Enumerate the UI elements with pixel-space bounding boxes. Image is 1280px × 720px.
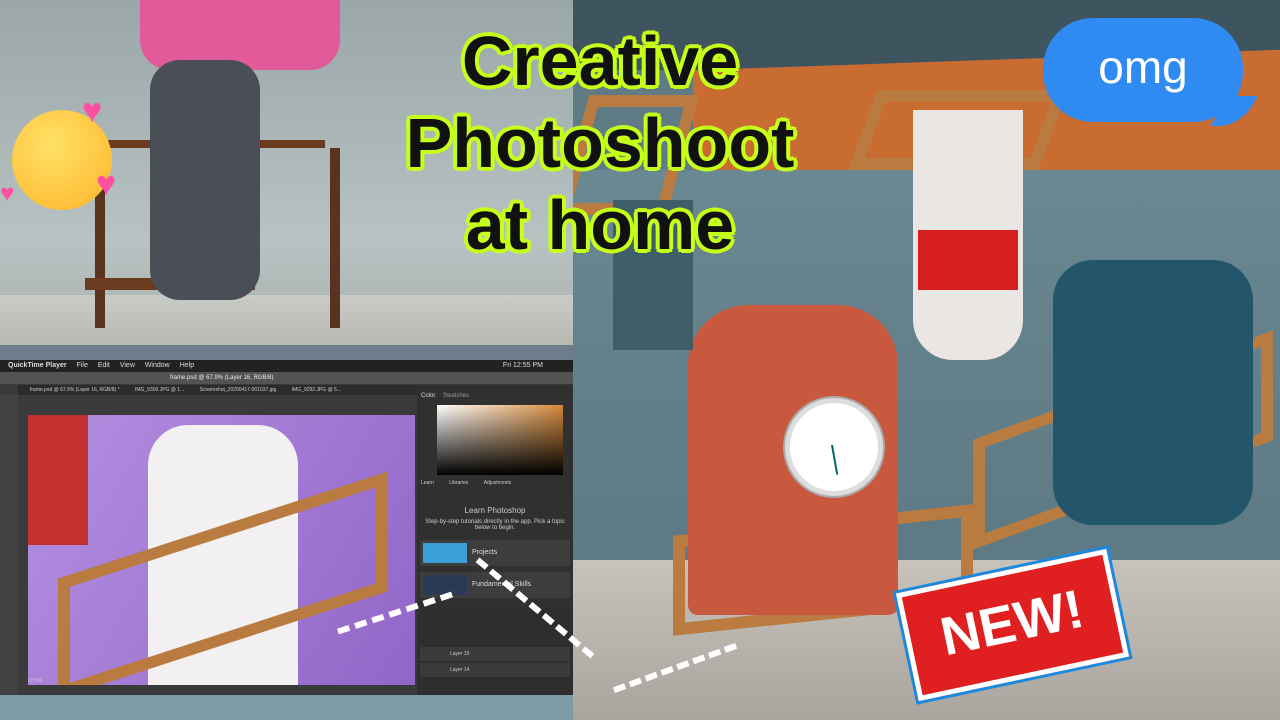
tab-frame[interactable]: frame.psd @ 67.9% (Layer 16, RGB/8) *	[30, 387, 120, 393]
menu-app[interactable]: QuickTime Player	[8, 362, 67, 369]
title-line-2: Photoshoot	[405, 104, 795, 182]
learn-item-label: Projects	[472, 549, 498, 556]
menu-help[interactable]: Help	[180, 362, 194, 369]
layer-row[interactable]: Layer 15	[420, 647, 570, 661]
menu-file[interactable]: File	[77, 362, 88, 369]
upside-down-person	[28, 415, 88, 545]
layer-name: Layer 14	[450, 667, 470, 673]
learn-item-projects[interactable]: Projects	[420, 540, 570, 566]
thumbnail-title: Creative Photoshoot at home	[300, 20, 900, 266]
mac-dock-top	[0, 345, 573, 360]
floor	[0, 295, 573, 345]
bubble-text: omg	[1098, 41, 1188, 93]
tab-screenshot[interactable]: Screenshot_20200417-001037.jpg	[200, 387, 277, 393]
message-bubble: omg	[1043, 18, 1243, 122]
document-tabs: frame.psd @ 67.9% (Layer 16, RGB/8) * IM…	[18, 385, 418, 395]
menu-view[interactable]: View	[120, 362, 135, 369]
learn-subtitle: Step-by-step tutorials directly in the a…	[425, 519, 565, 531]
title-line-1: Creative	[461, 22, 739, 100]
heart-icon: ♥	[96, 165, 117, 203]
menu-clock: Fri 12:55 PM	[502, 362, 543, 369]
wall-clock-icon	[785, 398, 883, 496]
heart-icon: ♥	[82, 92, 103, 130]
options-bar: frame.psd @ 67.9% (Layer 16, RGB/8)	[0, 372, 573, 384]
panel-tab-swatches[interactable]: Swatches	[443, 393, 469, 399]
document-canvas[interactable]	[28, 415, 415, 685]
learn-title: Learn Photoshop	[464, 506, 526, 515]
layer-row[interactable]: Layer 14	[420, 663, 570, 677]
learn-panel: Learn Libraries Adjustments Learn Photos…	[417, 480, 573, 535]
fundamental-thumbnail	[423, 575, 467, 595]
menu-bar: QuickTime Player File Edit View Window H…	[0, 360, 573, 372]
girl-teal-jacket	[1053, 260, 1253, 525]
badge-text: NEW!	[935, 578, 1089, 668]
tab-img9300[interactable]: IMG_9300.JPG @ 1...	[135, 387, 184, 393]
photoshop-screenshot: QuickTime Player File Edit View Window H…	[0, 345, 573, 720]
tab-learn[interactable]: Learn	[421, 480, 434, 486]
zoom-level: 67.9%	[28, 678, 43, 684]
tools-panel[interactable]	[0, 395, 18, 720]
color-picker[interactable]	[437, 405, 563, 475]
tab-adjustments[interactable]: Adjustments	[484, 480, 512, 486]
menu-edit[interactable]: Edit	[98, 362, 110, 369]
mac-dock-bottom	[0, 695, 573, 720]
heart-icon: ♥	[0, 180, 15, 207]
jeans-person	[150, 60, 260, 300]
tab-libraries[interactable]: Libraries	[449, 480, 468, 486]
layer-name: Layer 15	[450, 651, 470, 657]
menu-window[interactable]: Window	[145, 362, 170, 369]
tab-img9292[interactable]: IMG_9292.JPG @ 5...	[292, 387, 341, 393]
projects-thumbnail	[423, 543, 467, 563]
window-title: frame.psd @ 67.9% (Layer 16, RGB/8)	[170, 375, 274, 381]
red-top	[918, 230, 1018, 290]
title-line-3: at home	[465, 186, 735, 264]
panel-tab-color[interactable]: Color	[421, 393, 435, 399]
